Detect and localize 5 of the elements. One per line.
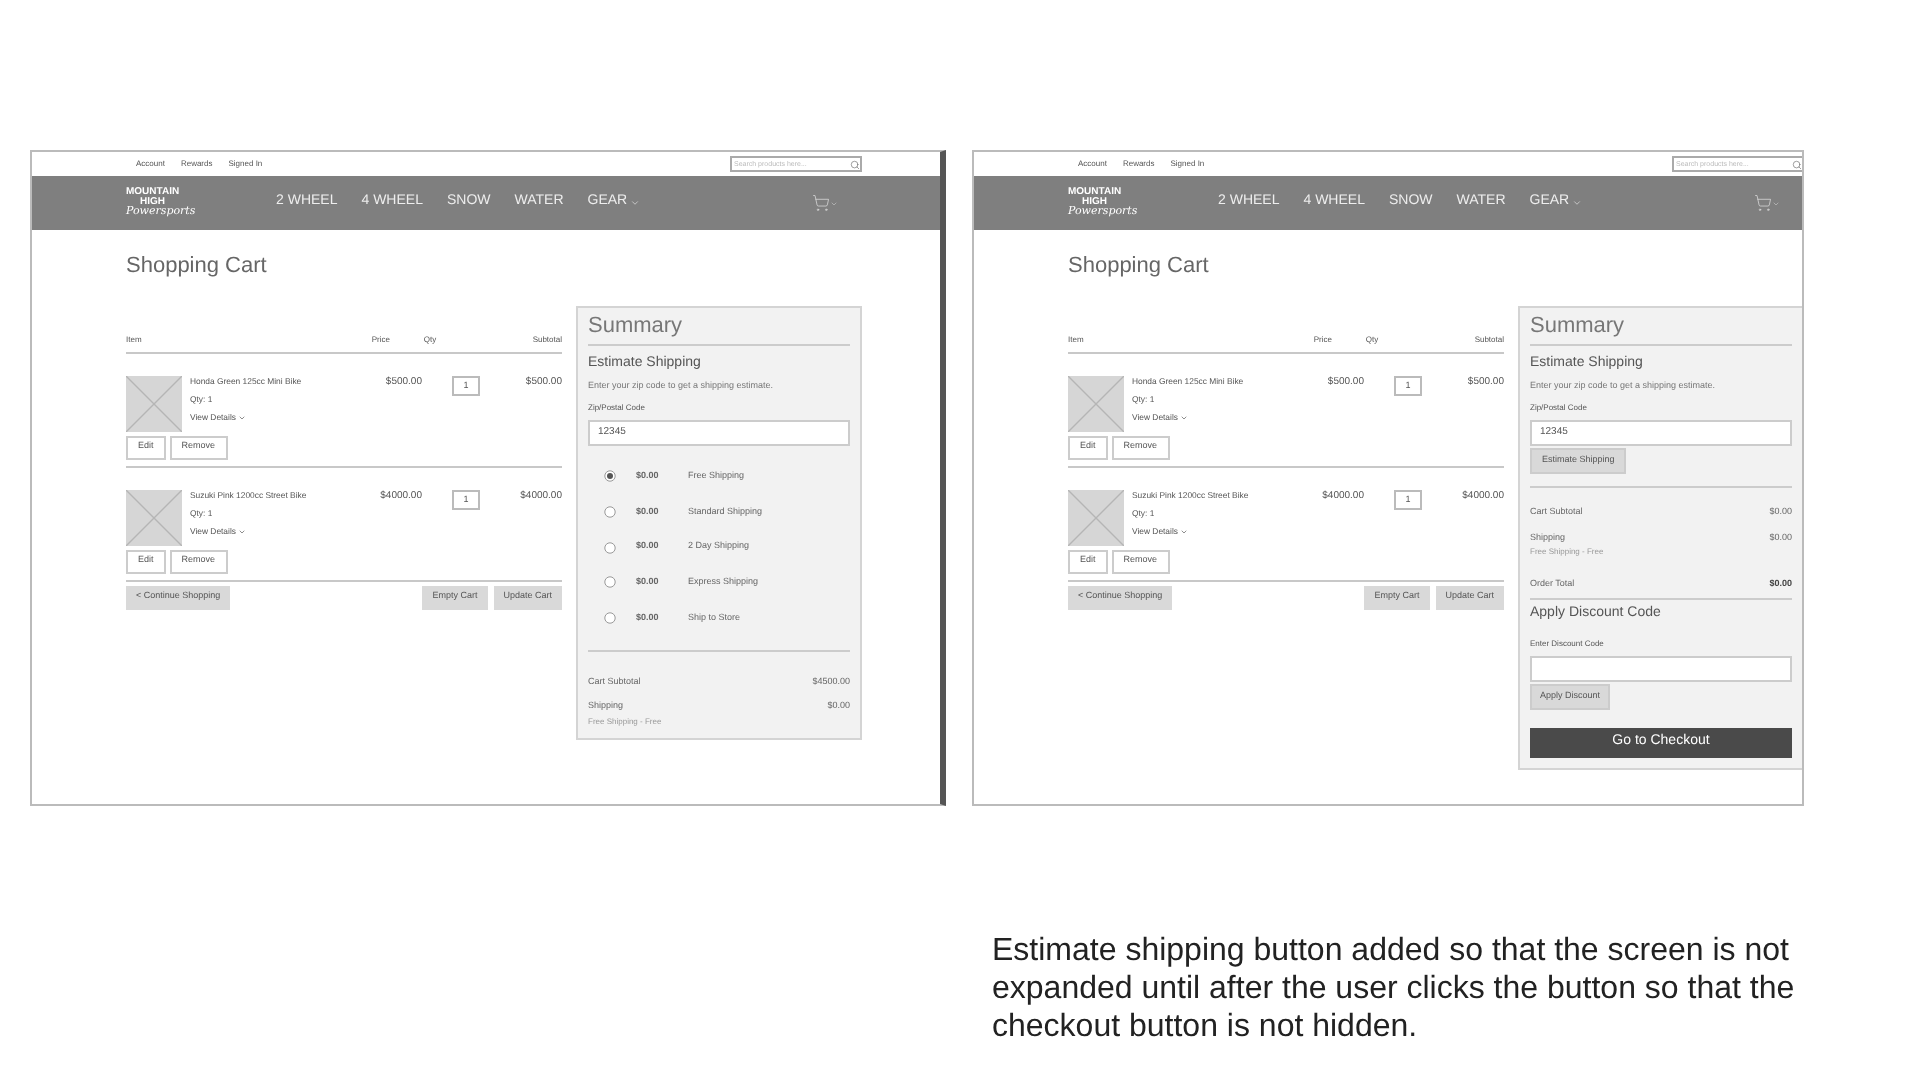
page-title: Shopping Cart [126,252,269,282]
caption-text: Estimate shipping button added so that the screen is not expanded until after the user clicks the button so that the checkout button is not hidden. [992,932,1797,1046]
summary-title: Summary [1530,313,1792,345]
page-title: Shopping Cart [1068,252,1211,282]
summary-title: Summary [588,313,850,345]
